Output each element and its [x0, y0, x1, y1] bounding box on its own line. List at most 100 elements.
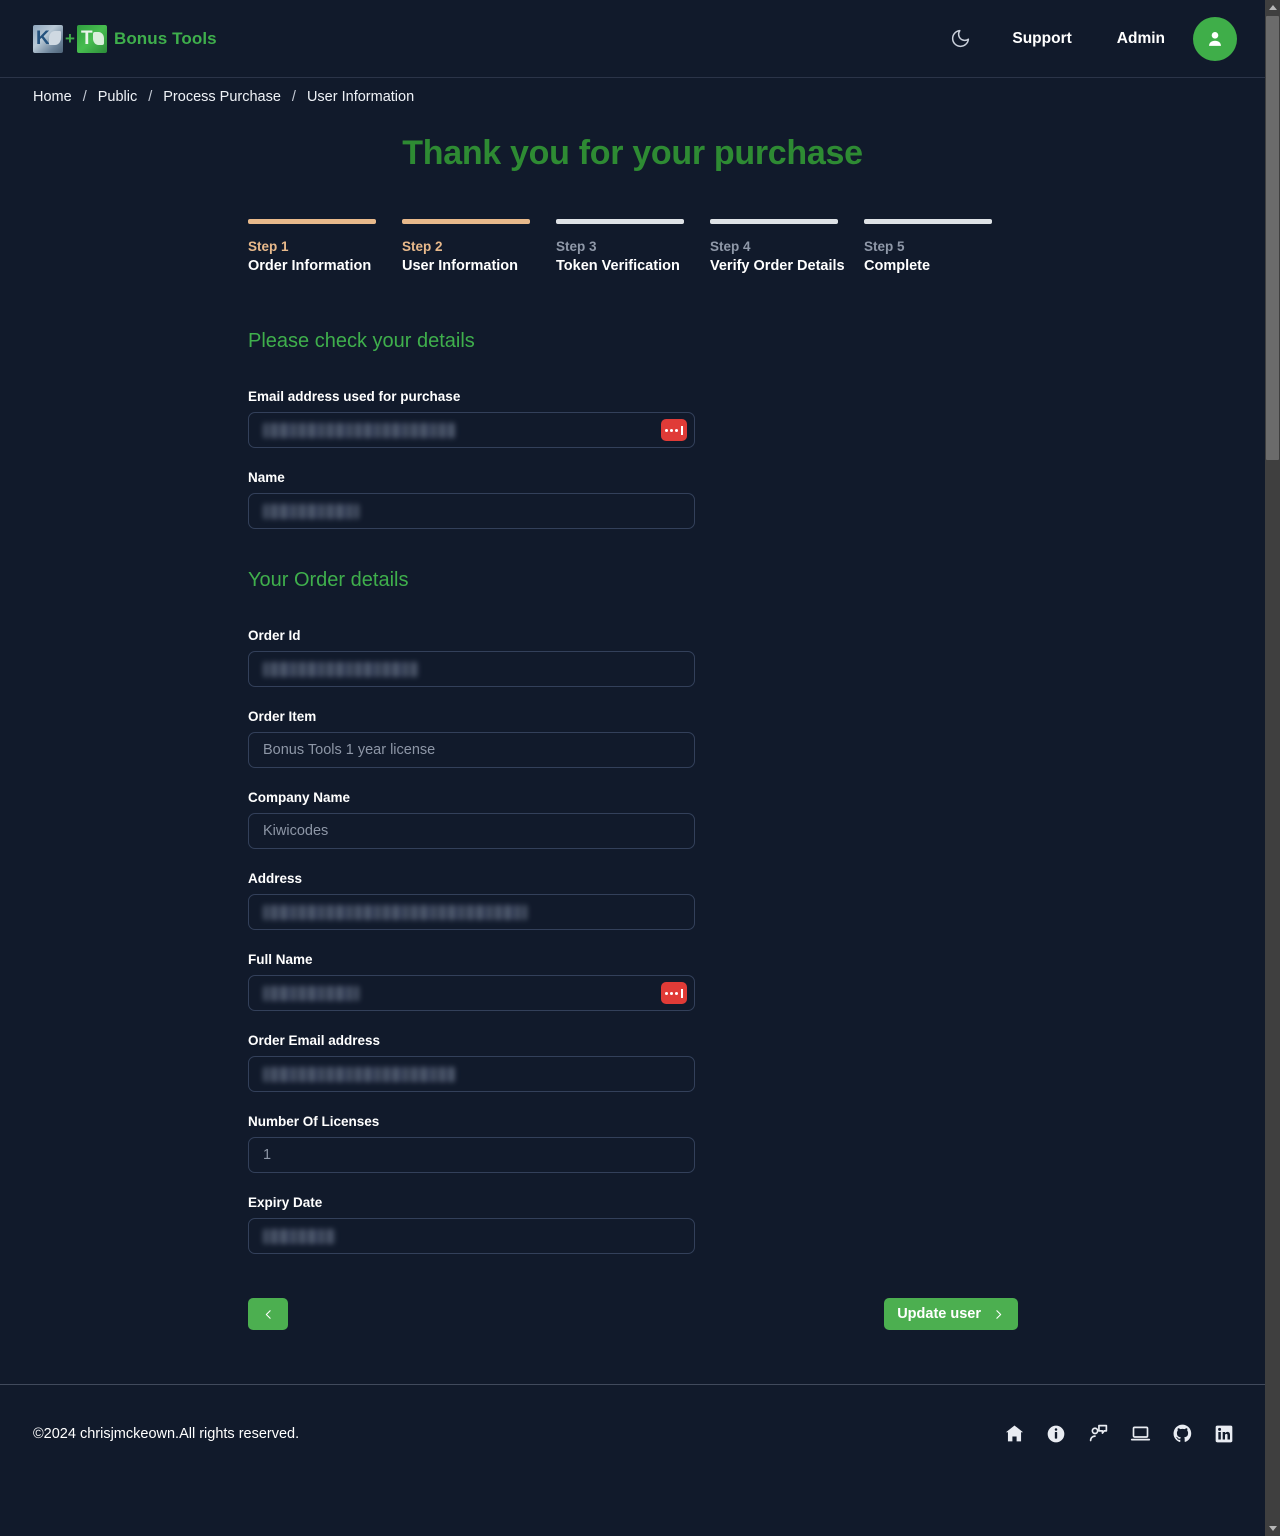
password-manager-icon[interactable] [661, 419, 687, 441]
info-icon[interactable] [1045, 1423, 1067, 1445]
stepper-step-number: Step 1 [248, 239, 289, 254]
expiry-date-input[interactable] [248, 1218, 695, 1254]
order-details-form: Order Id Order Item Bonus Tools 1 year l… [248, 592, 695, 1254]
linkedin-icon[interactable] [1213, 1423, 1235, 1445]
scrollbar-thumb[interactable] [1266, 16, 1279, 460]
vertical-scrollbar[interactable] [1265, 0, 1280, 1536]
bonus-tools-t-logo-icon [76, 24, 107, 53]
progress-stepper: Step 1 Order Information Step 2 User Inf… [248, 219, 1018, 274]
field-purchase-email: Email address used for purchase [248, 389, 695, 448]
breadcrumb-item-home[interactable]: Home [33, 89, 72, 105]
nav-link-admin[interactable]: Admin [1117, 30, 1165, 48]
update-user-label: Update user [897, 1306, 981, 1322]
breadcrumb-item-process-purchase[interactable]: Process Purchase [163, 89, 281, 105]
home-icon[interactable] [1003, 1423, 1025, 1445]
scrollbar-down-arrow[interactable] [1265, 1521, 1280, 1536]
browser-viewport: + Bonus Tools Support Admin Home / Publi [0, 0, 1265, 1536]
section-heading-order-details: Your Order details [248, 569, 409, 591]
update-user-button[interactable]: Update user [884, 1298, 1018, 1330]
stepper-step-5[interactable]: Step 5 Complete [864, 219, 1018, 274]
stepper-step-2[interactable]: Step 2 User Information [402, 219, 556, 274]
field-label: Order Item [248, 709, 317, 724]
main-content: Thank you for your purchase Step 1 Order… [0, 134, 1265, 1330]
redacted-value [263, 422, 455, 438]
field-expiry-date: Expiry Date [248, 1195, 695, 1254]
field-number-of-licenses: Number Of Licenses 1 [248, 1114, 695, 1173]
field-label: Order Id [248, 628, 301, 643]
top-navbar: + Bonus Tools Support Admin [0, 0, 1265, 78]
field-company-name: Company Name Kiwicodes [248, 790, 695, 849]
field-name: Name [248, 470, 695, 529]
redacted-value [263, 503, 359, 519]
redacted-value [263, 661, 418, 677]
field-order-id: Order Id [248, 628, 695, 687]
footer: ©2024 chrisjmckeown.All rights reserved. [0, 1385, 1265, 1482]
field-label: Name [248, 470, 285, 485]
address-input[interactable] [248, 894, 695, 930]
footer-social-icons [1003, 1423, 1235, 1445]
stepper-step-label: Token Verification [556, 258, 680, 274]
breadcrumb-separator: / [82, 89, 87, 105]
redacted-value [263, 1066, 455, 1082]
stepper-bar [864, 219, 992, 224]
field-label: Expiry Date [248, 1195, 323, 1210]
field-label: Number Of Licenses [248, 1114, 380, 1129]
stepper-bar [248, 219, 376, 224]
licenses-value: 1 [263, 1147, 272, 1163]
full-name-input[interactable] [248, 975, 695, 1011]
redacted-value [263, 985, 359, 1001]
brand-logo-link[interactable]: + Bonus Tools [33, 24, 217, 53]
order-item-value: Bonus Tools 1 year license [263, 742, 436, 758]
breadcrumb-separator: / [291, 89, 296, 105]
breadcrumb: Home / Public / Process Purchase / User … [0, 78, 1265, 116]
stepper-step-label: User Information [402, 258, 519, 274]
github-icon[interactable] [1171, 1423, 1193, 1445]
redacted-value [263, 1228, 335, 1244]
form-actions: Update user [248, 1298, 1018, 1330]
stepper-step-number: Step 3 [556, 239, 597, 254]
field-label: Full Name [248, 952, 313, 967]
kiwicodes-k-logo-icon [33, 24, 63, 53]
field-address: Address [248, 871, 695, 930]
chevron-right-icon [996, 1309, 1002, 1319]
order-email-input[interactable] [248, 1056, 695, 1092]
laptop-icon[interactable] [1129, 1423, 1151, 1445]
stepper-bar [710, 219, 838, 224]
stepper-step-label: Complete [864, 258, 931, 274]
back-button[interactable] [248, 1298, 288, 1330]
brand-name: Bonus Tools [113, 28, 217, 48]
scrollbar-up-arrow[interactable] [1265, 0, 1280, 15]
number-of-licenses-input[interactable]: 1 [248, 1137, 695, 1173]
field-label: Address [248, 871, 303, 886]
company-name-input[interactable]: Kiwicodes [248, 813, 695, 849]
avatar[interactable] [1193, 16, 1237, 61]
stepper-step-number: Step 2 [402, 239, 443, 254]
copyright-text: ©2024 chrisjmckeown.All rights reserved. [33, 1425, 300, 1442]
breadcrumb-separator: / [148, 89, 153, 105]
page-title: Thank you for your purchase [402, 134, 863, 172]
nav-link-support[interactable]: Support [1012, 30, 1071, 48]
user-details-form: Email address used for purchase Name [248, 353, 695, 529]
purchase-email-input[interactable] [248, 412, 695, 448]
stepper-step-label: Verify Order Details [710, 258, 845, 274]
order-item-input[interactable]: Bonus Tools 1 year license [248, 732, 695, 768]
stepper-bar [556, 219, 684, 224]
field-label: Company Name [248, 790, 351, 805]
name-input[interactable] [248, 493, 695, 529]
stepper-step-number: Step 5 [864, 239, 905, 254]
stepper-step-1[interactable]: Step 1 Order Information [248, 219, 402, 274]
field-order-email: Order Email address [248, 1033, 695, 1092]
breadcrumb-item-public[interactable]: Public [98, 89, 138, 105]
stepper-bar [402, 219, 530, 224]
password-manager-icon[interactable] [661, 982, 687, 1004]
stepper-step-4[interactable]: Step 4 Verify Order Details [710, 219, 864, 274]
section-heading-check-details: Please check your details [248, 330, 475, 352]
stepper-step-3[interactable]: Step 3 Token Verification [556, 219, 710, 274]
redacted-value [263, 904, 527, 920]
field-label: Order Email address [248, 1033, 381, 1048]
order-id-input[interactable] [248, 651, 695, 687]
company-name-value: Kiwicodes [263, 823, 329, 839]
contact-icon[interactable] [1087, 1423, 1109, 1445]
navbar-right-group: Support Admin [942, 16, 1265, 61]
moon-icon[interactable] [942, 21, 978, 57]
